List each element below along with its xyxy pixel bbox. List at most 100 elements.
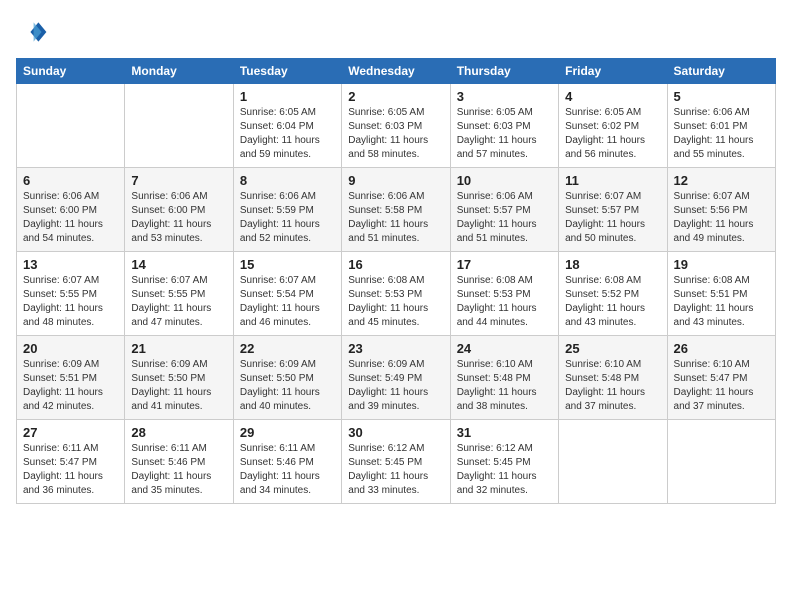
day-info: Sunrise: 6:06 AM Sunset: 6:00 PM Dayligh… xyxy=(131,190,226,246)
day-info: Sunrise: 6:06 AM Sunset: 5:58 PM Dayligh… xyxy=(348,190,443,246)
header-day-sunday: Sunday xyxy=(17,59,125,84)
day-number: 14 xyxy=(131,257,226,272)
day-info: Sunrise: 6:11 AM Sunset: 5:46 PM Dayligh… xyxy=(131,442,226,498)
day-info: Sunrise: 6:05 AM Sunset: 6:04 PM Dayligh… xyxy=(240,106,335,162)
day-info: Sunrise: 6:08 AM Sunset: 5:53 PM Dayligh… xyxy=(457,274,552,330)
calendar-cell: 28 Sunrise: 6:11 AM Sunset: 5:46 PM Dayli… xyxy=(125,420,233,504)
logo-icon xyxy=(16,16,48,48)
calendar-cell: 19 Sunrise: 6:08 AM Sunset: 5:51 PM Dayli… xyxy=(667,252,775,336)
day-number: 26 xyxy=(674,341,769,356)
day-number: 28 xyxy=(131,425,226,440)
calendar-cell: 10 Sunrise: 6:06 AM Sunset: 5:57 PM Dayli… xyxy=(450,168,558,252)
day-info: Sunrise: 6:10 AM Sunset: 5:48 PM Dayligh… xyxy=(457,358,552,414)
header-day-monday: Monday xyxy=(125,59,233,84)
day-info: Sunrise: 6:06 AM Sunset: 5:57 PM Dayligh… xyxy=(457,190,552,246)
day-number: 17 xyxy=(457,257,552,272)
calendar-table: SundayMondayTuesdayWednesdayThursdayFrid… xyxy=(16,58,776,504)
header-day-saturday: Saturday xyxy=(667,59,775,84)
day-number: 30 xyxy=(348,425,443,440)
day-info: Sunrise: 6:09 AM Sunset: 5:50 PM Dayligh… xyxy=(131,358,226,414)
calendar-cell: 2 Sunrise: 6:05 AM Sunset: 6:03 PM Daylig… xyxy=(342,84,450,168)
day-number: 21 xyxy=(131,341,226,356)
day-number: 29 xyxy=(240,425,335,440)
calendar-cell: 9Sunrise: 6:06 AM Sunset: 5:58 PM Daylig… xyxy=(342,168,450,252)
day-number: 2 xyxy=(348,89,443,104)
calendar-cell: 5 Sunrise: 6:06 AM Sunset: 6:01 PM Daylig… xyxy=(667,84,775,168)
day-info: Sunrise: 6:09 AM Sunset: 5:51 PM Dayligh… xyxy=(23,358,118,414)
day-info: Sunrise: 6:07 AM Sunset: 5:55 PM Dayligh… xyxy=(23,274,118,330)
day-number: 5 xyxy=(674,89,769,104)
day-info: Sunrise: 6:06 AM Sunset: 6:00 PM Dayligh… xyxy=(23,190,118,246)
day-number: 15 xyxy=(240,257,335,272)
calendar-week-1: 1Sunrise: 6:05 AM Sunset: 6:04 PM Daylig… xyxy=(17,84,776,168)
header-day-friday: Friday xyxy=(559,59,667,84)
calendar-cell: 14Sunrise: 6:07 AM Sunset: 5:55 PM Dayli… xyxy=(125,252,233,336)
header-day-tuesday: Tuesday xyxy=(233,59,341,84)
day-info: Sunrise: 6:08 AM Sunset: 5:51 PM Dayligh… xyxy=(674,274,769,330)
day-number: 10 xyxy=(457,173,552,188)
calendar-cell: 3 Sunrise: 6:05 AM Sunset: 6:03 PM Daylig… xyxy=(450,84,558,168)
day-number: 27 xyxy=(23,425,118,440)
day-info: Sunrise: 6:11 AM Sunset: 5:47 PM Dayligh… xyxy=(23,442,118,498)
calendar-week-4: 20 Sunrise: 6:09 AM Sunset: 5:51 PM Dayli… xyxy=(17,336,776,420)
day-number: 23 xyxy=(348,341,443,356)
calendar-cell: 25Sunrise: 6:10 AM Sunset: 5:48 PM Dayli… xyxy=(559,336,667,420)
calendar-cell: 7 Sunrise: 6:06 AM Sunset: 6:00 PM Daylig… xyxy=(125,168,233,252)
header-row: SundayMondayTuesdayWednesdayThursdayFrid… xyxy=(17,59,776,84)
day-info: Sunrise: 6:07 AM Sunset: 5:56 PM Dayligh… xyxy=(674,190,769,246)
calendar-cell: 17 Sunrise: 6:08 AM Sunset: 5:53 PM Dayli… xyxy=(450,252,558,336)
calendar-body: 1Sunrise: 6:05 AM Sunset: 6:04 PM Daylig… xyxy=(17,84,776,504)
day-number: 22 xyxy=(240,341,335,356)
day-info: Sunrise: 6:06 AM Sunset: 5:59 PM Dayligh… xyxy=(240,190,335,246)
logo xyxy=(16,16,52,48)
calendar-cell: 29 Sunrise: 6:11 AM Sunset: 5:46 PM Dayli… xyxy=(233,420,341,504)
calendar-cell xyxy=(559,420,667,504)
calendar-cell xyxy=(17,84,125,168)
day-info: Sunrise: 6:07 AM Sunset: 5:54 PM Dayligh… xyxy=(240,274,335,330)
day-info: Sunrise: 6:08 AM Sunset: 5:53 PM Dayligh… xyxy=(348,274,443,330)
day-number: 20 xyxy=(23,341,118,356)
day-number: 16 xyxy=(348,257,443,272)
calendar-cell: 12 Sunrise: 6:07 AM Sunset: 5:56 PM Dayli… xyxy=(667,168,775,252)
day-info: Sunrise: 6:05 AM Sunset: 6:02 PM Dayligh… xyxy=(565,106,660,162)
header-day-wednesday: Wednesday xyxy=(342,59,450,84)
calendar-cell: 6 Sunrise: 6:06 AM Sunset: 6:00 PM Daylig… xyxy=(17,168,125,252)
calendar-week-5: 27 Sunrise: 6:11 AM Sunset: 5:47 PM Dayli… xyxy=(17,420,776,504)
day-number: 7 xyxy=(131,173,226,188)
calendar-cell: 21 Sunrise: 6:09 AM Sunset: 5:50 PM Dayli… xyxy=(125,336,233,420)
day-number: 31 xyxy=(457,425,552,440)
calendar-cell: 16 Sunrise: 6:08 AM Sunset: 5:53 PM Dayli… xyxy=(342,252,450,336)
page-header xyxy=(16,16,776,48)
day-info: Sunrise: 6:08 AM Sunset: 5:52 PM Dayligh… xyxy=(565,274,660,330)
calendar-cell: 1Sunrise: 6:05 AM Sunset: 6:04 PM Daylig… xyxy=(233,84,341,168)
day-number: 11 xyxy=(565,173,660,188)
day-info: Sunrise: 6:09 AM Sunset: 5:49 PM Dayligh… xyxy=(348,358,443,414)
calendar-week-2: 6 Sunrise: 6:06 AM Sunset: 6:00 PM Daylig… xyxy=(17,168,776,252)
day-number: 3 xyxy=(457,89,552,104)
calendar-cell: 22 Sunrise: 6:09 AM Sunset: 5:50 PM Dayli… xyxy=(233,336,341,420)
calendar-cell xyxy=(667,420,775,504)
day-info: Sunrise: 6:07 AM Sunset: 5:57 PM Dayligh… xyxy=(565,190,660,246)
calendar-cell: 18Sunrise: 6:08 AM Sunset: 5:52 PM Dayli… xyxy=(559,252,667,336)
day-info: Sunrise: 6:10 AM Sunset: 5:47 PM Dayligh… xyxy=(674,358,769,414)
day-info: Sunrise: 6:11 AM Sunset: 5:46 PM Dayligh… xyxy=(240,442,335,498)
calendar-cell: 20 Sunrise: 6:09 AM Sunset: 5:51 PM Dayli… xyxy=(17,336,125,420)
day-info: Sunrise: 6:09 AM Sunset: 5:50 PM Dayligh… xyxy=(240,358,335,414)
calendar-cell: 15 Sunrise: 6:07 AM Sunset: 5:54 PM Dayli… xyxy=(233,252,341,336)
day-info: Sunrise: 6:05 AM Sunset: 6:03 PM Dayligh… xyxy=(457,106,552,162)
header-day-thursday: Thursday xyxy=(450,59,558,84)
day-number: 12 xyxy=(674,173,769,188)
day-number: 24 xyxy=(457,341,552,356)
calendar-cell: 4Sunrise: 6:05 AM Sunset: 6:02 PM Daylig… xyxy=(559,84,667,168)
calendar-cell: 30Sunrise: 6:12 AM Sunset: 5:45 PM Dayli… xyxy=(342,420,450,504)
calendar-cell: 13Sunrise: 6:07 AM Sunset: 5:55 PM Dayli… xyxy=(17,252,125,336)
day-info: Sunrise: 6:06 AM Sunset: 6:01 PM Dayligh… xyxy=(674,106,769,162)
calendar-cell: 23 Sunrise: 6:09 AM Sunset: 5:49 PM Dayli… xyxy=(342,336,450,420)
day-info: Sunrise: 6:05 AM Sunset: 6:03 PM Dayligh… xyxy=(348,106,443,162)
calendar-cell: 26 Sunrise: 6:10 AM Sunset: 5:47 PM Dayli… xyxy=(667,336,775,420)
calendar-header: SundayMondayTuesdayWednesdayThursdayFrid… xyxy=(17,59,776,84)
calendar-week-3: 13Sunrise: 6:07 AM Sunset: 5:55 PM Dayli… xyxy=(17,252,776,336)
day-number: 19 xyxy=(674,257,769,272)
day-number: 25 xyxy=(565,341,660,356)
day-number: 6 xyxy=(23,173,118,188)
